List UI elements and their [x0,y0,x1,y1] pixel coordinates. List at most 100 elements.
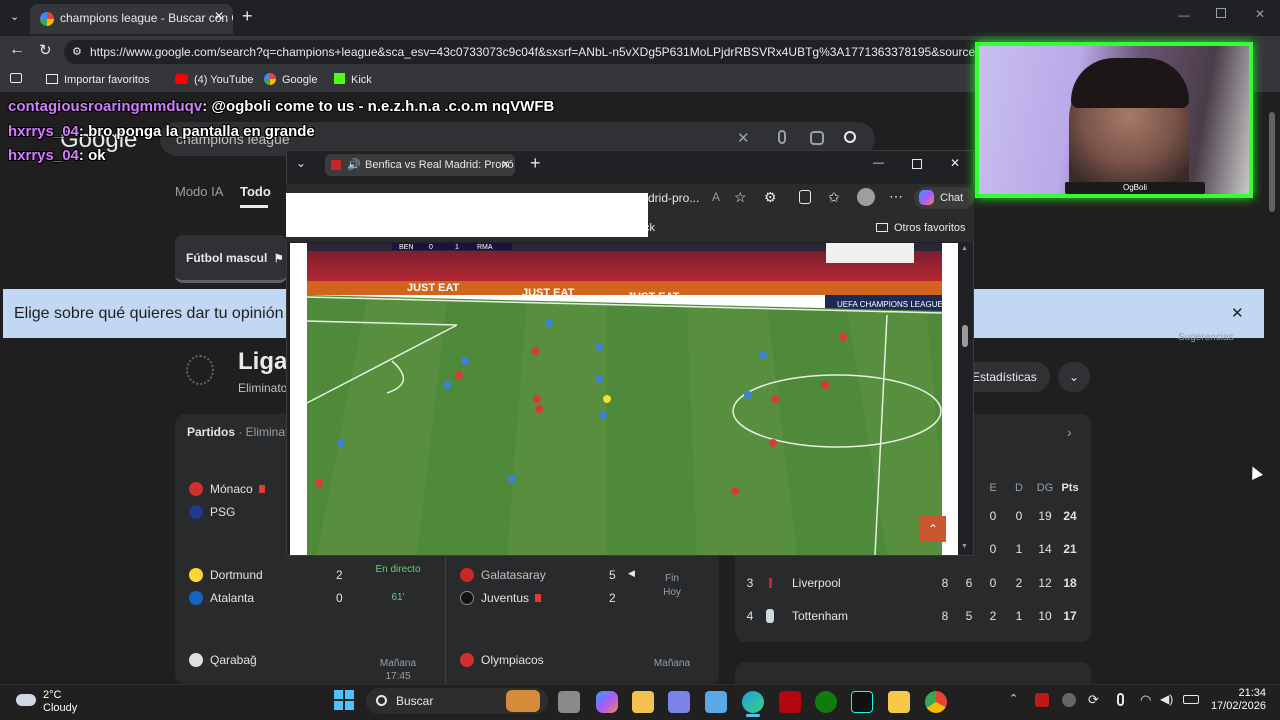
netflix-icon[interactable] [779,691,801,713]
red-card-icon [259,485,265,493]
tab-modo-ia[interactable]: Modo IA [175,184,223,199]
row4-team[interactable]: Tottenham [792,609,848,623]
edge-taskbar-icon[interactable] [742,691,764,713]
row3-g: 6 [965,576,973,590]
edge-tab-list-icon[interactable]: ⌄ [296,156,306,170]
edge-scrollbar[interactable]: ▲ ▼ [958,243,972,555]
row1-dg: 19 [1038,509,1052,523]
extensions-icon[interactable]: ⚙ [764,189,777,206]
scoreboard: BEN 0 1 RMA [392,243,512,251]
site-info-icon[interactable]: ⚙ [72,40,82,64]
score-away: 1 [455,244,459,251]
tiktok-icon[interactable] [851,691,873,713]
xbox-icon[interactable] [815,691,837,713]
split-screen-icon[interactable] [799,190,811,204]
chat-message: hxrrys_04: bro ponga la pantalla en gran… [8,123,315,140]
new-tab-icon[interactable]: + [242,6,253,27]
edge-scroll-thumb[interactable] [962,325,968,347]
scroll-thumb[interactable] [1269,112,1275,212]
maximize-icon[interactable] [1216,8,1226,18]
edge-tab[interactable]: 🔊 Benfica vs Real Madrid: Pronó [325,154,515,176]
match-home-team[interactable]: Mónaco [210,482,253,496]
close-feedback-icon[interactable]: ✕ [1231,289,1244,338]
teams-icon[interactable] [668,691,690,713]
edge-minimize-icon[interactable]: — [873,157,884,169]
row3-pj: 8 [941,576,949,590]
taskbar-search-label: Buscar [396,694,434,708]
match-away-team[interactable]: PSG [210,505,235,519]
bookmark-import[interactable]: Importar favoritos [46,72,150,88]
hidden-icons-chevron-icon[interactable]: ⌃ [1009,692,1018,705]
favorites-icon[interactable]: ✩ [828,189,840,206]
scroll-up-icon[interactable]: ▲ [961,245,968,252]
otros-favoritos[interactable]: Otros favoritos [876,222,966,234]
edge-tab-close-icon[interactable]: ✕ [501,158,510,171]
close-window-icon[interactable]: ✕ [1255,7,1265,21]
scroll-down-icon[interactable]: ▼ [961,543,968,550]
system-clock[interactable]: 21:34 17/02/2026 [1206,687,1266,713]
photos-icon[interactable] [705,691,727,713]
more-options-icon[interactable]: ⋯ [889,188,903,205]
bookmark-youtube[interactable]: (4) YouTube [175,72,254,88]
more-chevron-icon[interactable]: ⌄ [1058,362,1090,392]
search-icon[interactable] [844,131,856,143]
standings-next-icon[interactable]: › [1067,424,1072,440]
bookmark-google[interactable]: Google [264,72,317,88]
tray-app-icon[interactable] [1062,693,1076,707]
battery-icon[interactable] [1183,695,1199,704]
edge-url-fragment[interactable]: drid-pro... [648,191,699,205]
file-explorer-icon[interactable] [888,691,910,713]
bookmark-label: Google [282,74,318,86]
taskbar-search[interactable]: Buscar [366,688,548,714]
match-home-team[interactable]: Galatasaray [481,568,546,582]
filter-chip[interactable]: Fútbol mascul ⚑ [175,235,287,283]
chat-username: hxrrys_04 [8,147,79,164]
sugerencias-label[interactable]: Sugerencias [1178,332,1234,343]
reload-icon[interactable]: ↻ [39,41,52,59]
match-home-team[interactable]: Olympiacos [481,653,544,667]
match-away-team[interactable]: Juventus [481,591,529,605]
volume-icon[interactable]: ◀) [1160,692,1173,706]
url-field[interactable]: ⚙ https://www.google.com/search?q=champi… [64,40,984,64]
lens-icon[interactable] [810,131,824,145]
read-aloud-icon[interactable]: A [712,190,720,204]
favorite-star-icon[interactable]: ☆ [734,189,747,206]
mcafee-icon[interactable] [1035,693,1049,707]
sync-icon[interactable]: ⟳ [1088,692,1099,708]
copilot-button[interactable]: Chat [914,187,974,209]
chrome-icon[interactable] [925,691,947,713]
browser-tab[interactable]: champions league - Buscar con Google [30,4,233,34]
edge-maximize-icon[interactable] [912,159,922,169]
reading-list-icon[interactable] [10,73,22,83]
profile-avatar[interactable] [857,188,875,206]
tab-todo[interactable]: Todo [240,184,271,199]
microphone-tray-icon[interactable] [1117,693,1124,706]
galatasaray-crest-icon [460,568,474,582]
webcam-overlay [975,42,1253,198]
store-icon[interactable] [632,691,654,713]
tab-list-chevron-icon[interactable]: ⌄ [10,10,19,23]
page-scrollbar[interactable] [1265,92,1280,684]
match-home-team[interactable]: Qarabağ [210,653,257,667]
url-text: https://www.google.com/search?q=champion… [90,45,984,59]
match-minute: 61' [391,592,405,603]
competition-logo [186,355,214,385]
match-away-team[interactable]: Atalanta [210,591,254,605]
copilot-taskbar-icon[interactable] [596,691,618,713]
edge-close-icon[interactable]: ✕ [950,156,960,170]
weather-widget[interactable]: 2°C Cloudy [16,689,96,716]
tab-close-icon[interactable]: ✕ [214,9,224,23]
back-icon[interactable]: ← [9,41,25,59]
wifi-icon[interactable]: ◠ [1140,692,1151,708]
task-view-icon[interactable] [558,691,580,713]
match-video[interactable]: JUST EAT JUST EAT JUST EAT JUST EAT UEFA… [307,243,942,555]
bookmark-kick[interactable]: Kick [334,72,372,88]
start-button-icon[interactable] [334,690,354,710]
match-home-team[interactable]: Dortmund [210,568,263,582]
row3-team[interactable]: Liverpool [792,576,841,590]
edge-new-tab-icon[interactable]: + [530,153,541,174]
back-to-top-button[interactable]: ⌃ [920,516,946,542]
minimize-icon[interactable]: — [1178,8,1190,22]
audio-playing-icon[interactable]: 🔊 [347,154,361,176]
microphone-icon[interactable] [778,130,786,144]
